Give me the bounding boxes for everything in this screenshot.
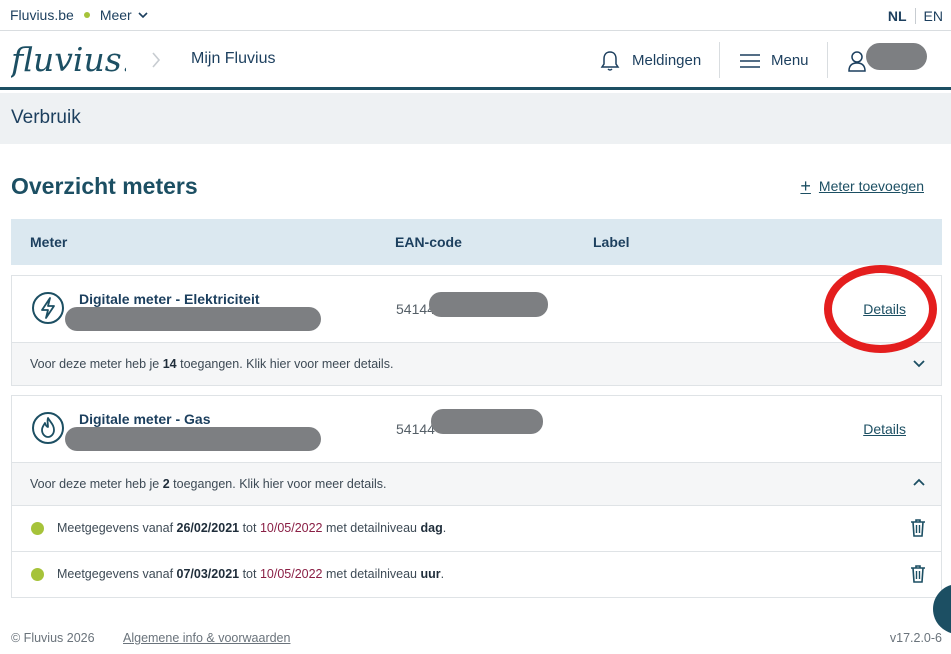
lightning-icon [32, 292, 64, 324]
ean-code: 54144 [396, 421, 435, 437]
page-title: Overzicht meters [11, 173, 198, 199]
grant-text: tot [239, 521, 260, 535]
meter-row: Digitale meter - Gas 54144 Details [12, 396, 941, 462]
top-strip: Fluvius.be Meer [0, 0, 951, 31]
trash-icon[interactable] [910, 565, 926, 583]
column-ean: EAN-code [395, 234, 462, 250]
access-text: toegangen. Klik hier voor meer details. [169, 477, 387, 491]
access-text: Voor deze meter heb je [30, 477, 163, 491]
access-text: Voor deze meter heb je [30, 357, 163, 371]
lang-en[interactable]: EN [916, 8, 943, 24]
notifications-button[interactable]: Meldingen [600, 31, 701, 90]
access-grant-row: Meetgegevens vanaf 26/02/2021 tot 10/05/… [12, 505, 941, 551]
header-divider [827, 42, 828, 78]
meter-name: Digitale meter - Gas [79, 411, 211, 427]
grant-from-date: 07/03/2021 [176, 567, 240, 581]
column-label: Label [593, 234, 630, 250]
trash-icon[interactable] [910, 519, 926, 537]
meter-name: Digitale meter - Elektriciteit [79, 291, 260, 307]
redacted-ean [431, 409, 543, 434]
details-link[interactable]: Details [863, 421, 906, 437]
redacted-ean [429, 292, 548, 317]
fluvius-be-link[interactable]: Fluvius.be [10, 7, 74, 23]
grant-text: met detailniveau [322, 567, 421, 581]
status-dot [31, 568, 44, 581]
access-count: 2 [162, 477, 170, 491]
grant-to-date: 10/05/2022 [259, 521, 323, 535]
lang-nl[interactable]: NL [888, 7, 916, 24]
access-summary-toggle[interactable]: Voor deze meter heb je 14 toegangen. Kli… [12, 342, 941, 385]
grant-text: met detailniveau [322, 521, 421, 535]
grant-to-date: 10/05/2022 [259, 567, 323, 581]
grant-text: Meetgegevens vanaf [57, 567, 177, 581]
annotation-circle [824, 265, 937, 353]
access-count: 14 [162, 357, 177, 371]
user-icon [848, 50, 866, 72]
redacted-address [65, 307, 321, 331]
plus-icon: + [800, 176, 811, 196]
access-summary-toggle[interactable]: Voor deze meter heb je 2 toegangen. Klik… [12, 462, 941, 505]
chevron-down-icon[interactable] [138, 10, 148, 20]
grant-level: dag [420, 521, 443, 535]
breadcrumb-mijn-fluvius[interactable]: Mijn Fluvius [191, 50, 275, 68]
menu-button[interactable]: Menu [739, 31, 809, 90]
svg-text:fluvius.: fluvius. [11, 40, 126, 79]
meter-card-gas: Digitale meter - Gas 54144 Details Voor … [11, 395, 942, 598]
meter-row: Digitale meter - Elektriciteit 54144 Det… [12, 276, 941, 342]
redacted-address [65, 427, 321, 451]
column-meter: Meter [30, 234, 68, 250]
access-text: toegangen. Klik hier voor meer details. [176, 357, 394, 371]
chevron-up-icon[interactable] [913, 477, 925, 489]
grant-from-date: 26/02/2021 [176, 521, 240, 535]
chevron-right-icon [152, 52, 161, 68]
main-header: fluvius. Mijn Fluvius Meldingen Menu [0, 31, 951, 90]
grant-text: . [440, 567, 445, 581]
account-button[interactable] [848, 31, 866, 90]
header-divider [719, 42, 720, 78]
menu-label: Menu [771, 52, 809, 69]
bell-icon [600, 50, 620, 71]
section-header: Verbruik [0, 93, 951, 144]
terms-link[interactable]: Algemene info & voorwaarden [123, 631, 290, 645]
grant-text: . [442, 521, 447, 535]
table-header: Meter EAN-code Label [11, 219, 942, 265]
footer: © Fluvius 2026 Algemene info & voorwaard… [11, 631, 942, 645]
more-menu[interactable]: Meer [100, 7, 132, 23]
version-label: v17.2.0-6 [889, 631, 942, 645]
add-meter-link[interactable]: + Meter toevoegen [800, 176, 924, 196]
grant-text: Meetgegevens vanaf [57, 521, 177, 535]
access-grant-row: Meetgegevens vanaf 07/03/2021 tot 10/05/… [12, 551, 941, 597]
separator-dot [83, 12, 90, 18]
notifications-label: Meldingen [632, 52, 702, 69]
hamburger-icon [740, 53, 760, 68]
add-meter-label: Meter toevoegen [818, 178, 924, 194]
section-title: Verbruik [11, 107, 81, 128]
status-dot [31, 522, 44, 535]
fluvius-logo[interactable]: fluvius. [11, 40, 126, 82]
flame-icon [32, 412, 64, 444]
grant-text: tot [239, 567, 260, 581]
copyright: © Fluvius 2026 [11, 631, 95, 645]
language-switch: NL EN [888, 0, 943, 31]
grant-level: uur [420, 567, 441, 581]
redacted-username [866, 43, 927, 70]
chevron-down-icon[interactable] [913, 357, 925, 369]
meter-card-electricity: Digitale meter - Elektriciteit 54144 Det… [11, 275, 942, 386]
